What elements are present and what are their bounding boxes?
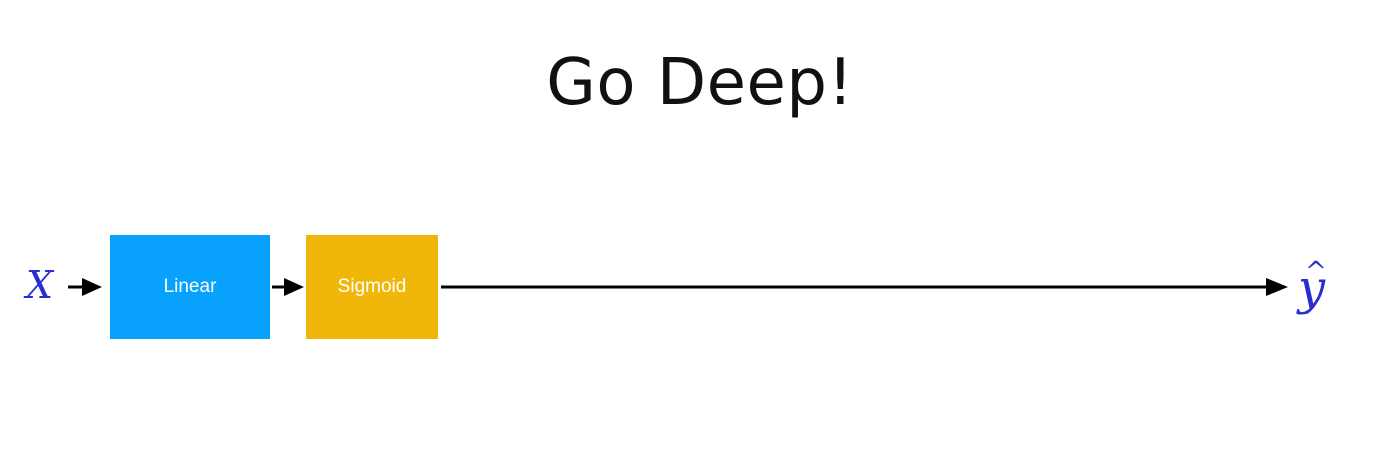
arrows-layer	[68, 278, 1288, 296]
arrow-x-to-linear	[68, 278, 102, 296]
arrow-linear-to-sigmoid	[272, 278, 304, 296]
arrow-sigmoid-to-output	[441, 278, 1288, 296]
slide: Go Deep! X Linear Sigmoid y ^	[0, 0, 1400, 467]
